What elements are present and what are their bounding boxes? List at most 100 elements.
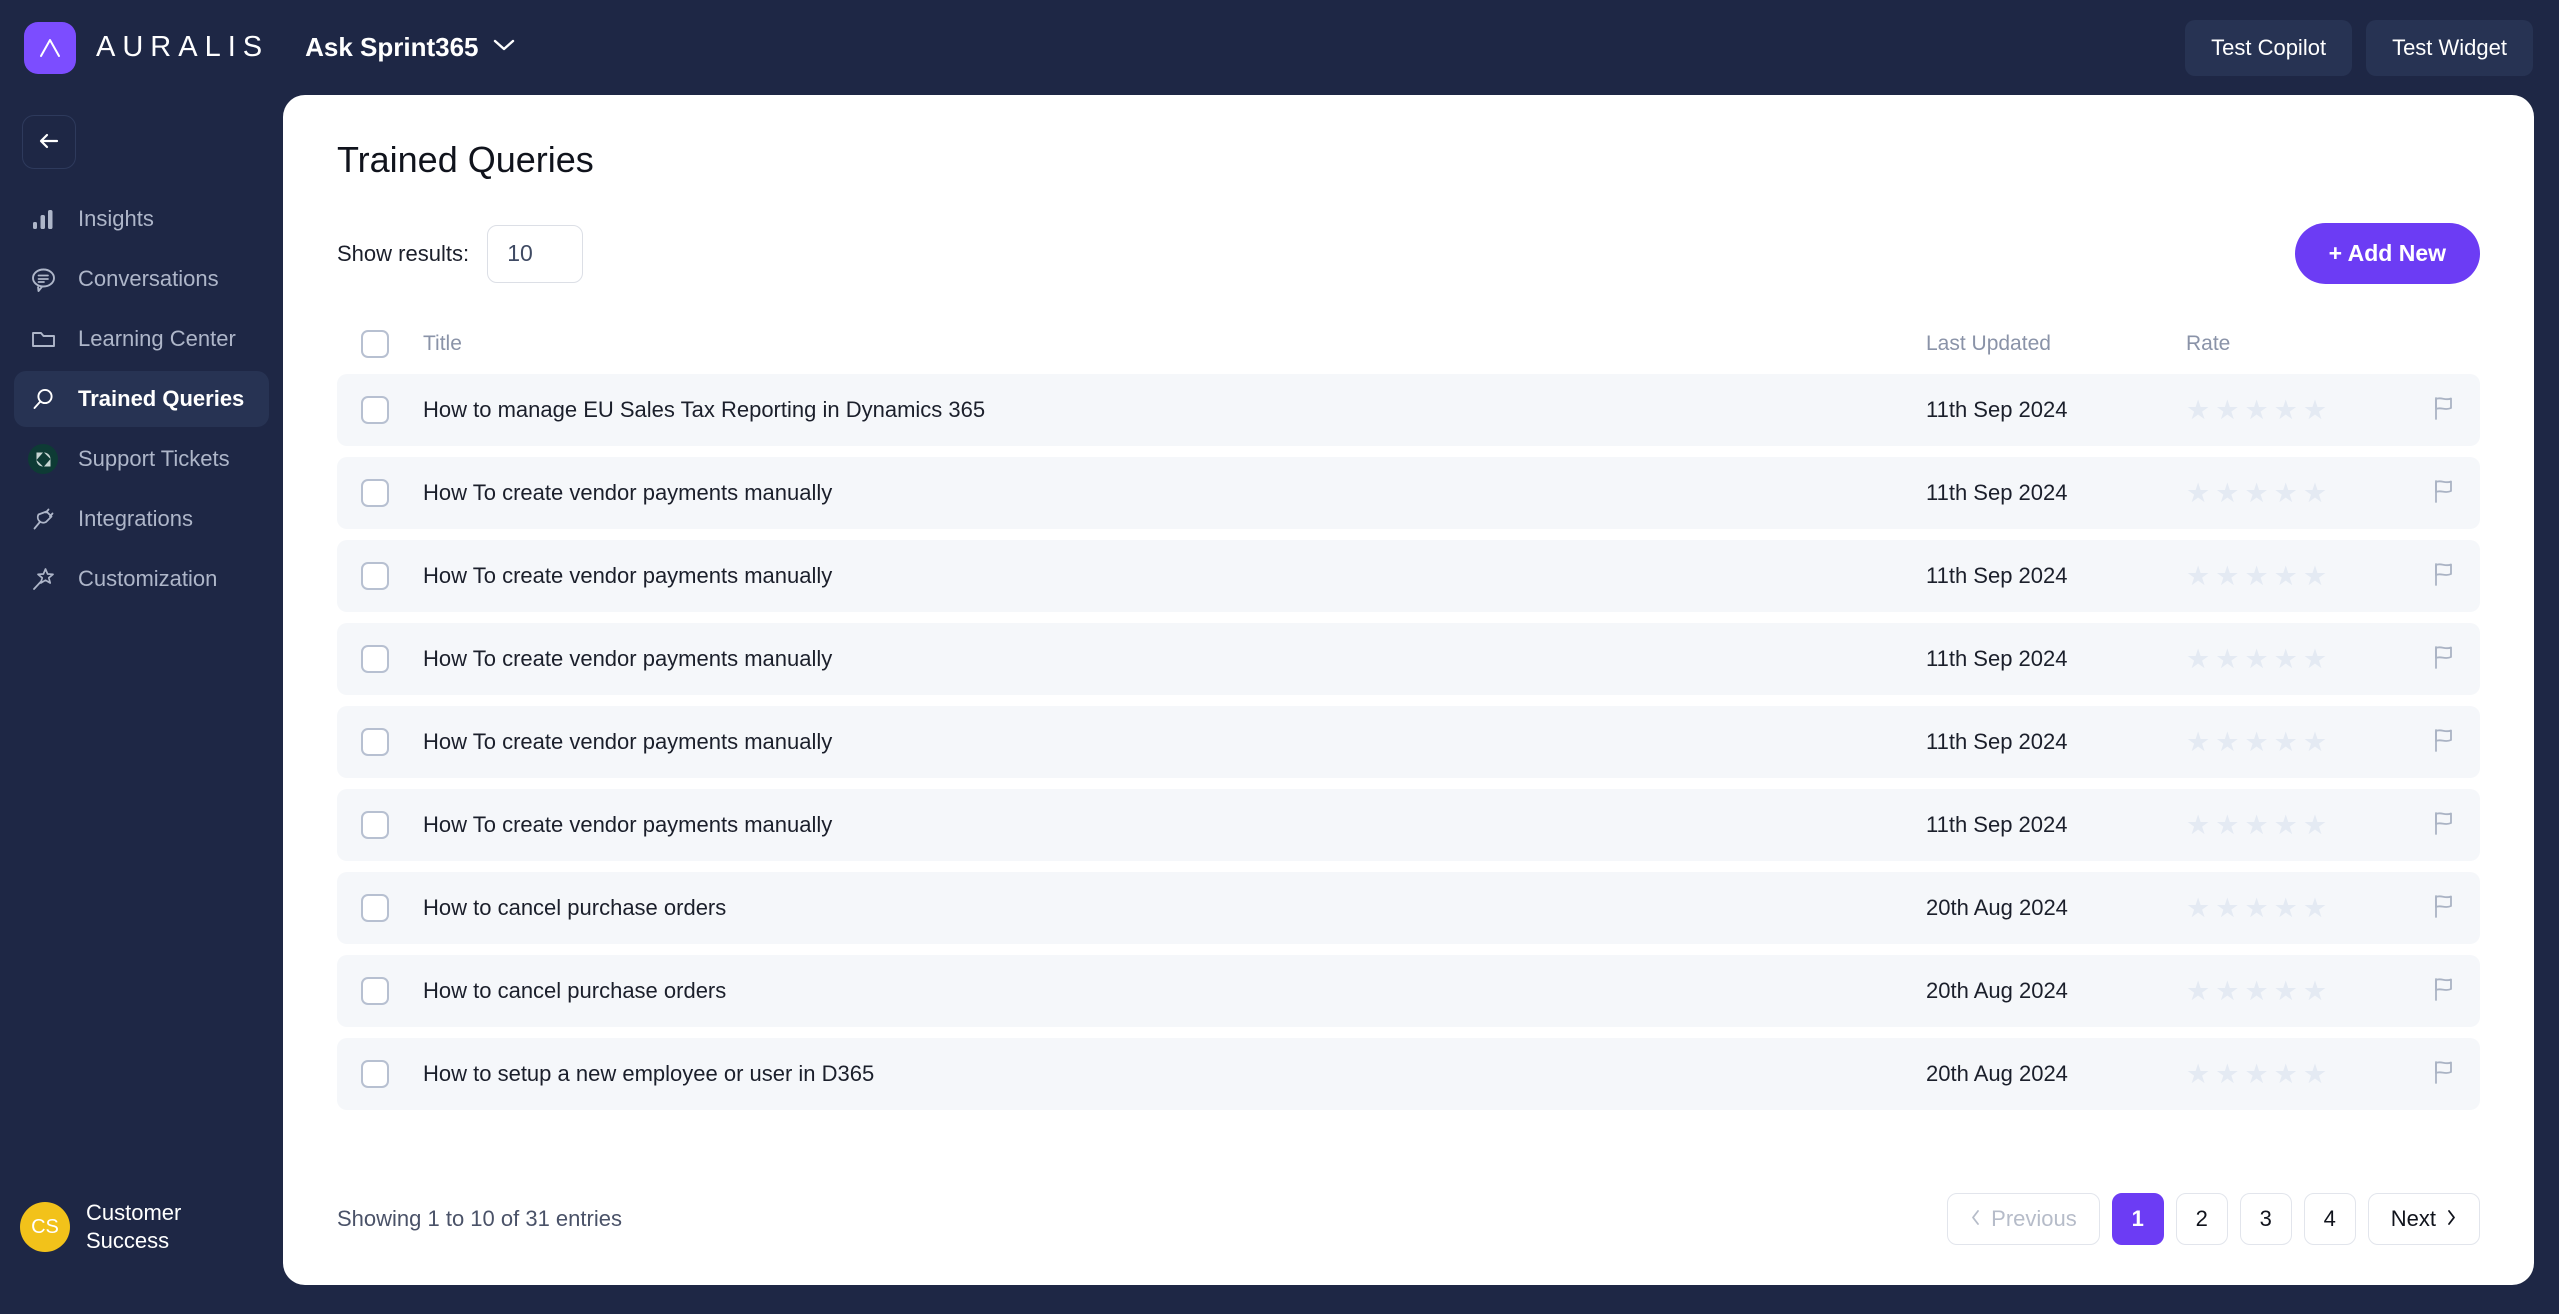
row-flag-button[interactable]: [2386, 395, 2456, 426]
sidebar-item-insights[interactable]: Insights: [14, 191, 269, 247]
add-new-button[interactable]: + Add New: [2294, 223, 2480, 284]
row-flag-button[interactable]: [2386, 561, 2456, 592]
previous-page-button[interactable]: Previous: [1947, 1193, 2100, 1245]
rating-star[interactable]: ★: [2215, 977, 2239, 1005]
row-rating: ★ ★ ★ ★ ★: [2186, 894, 2386, 922]
table-row[interactable]: How To create vendor payments manually 11…: [337, 457, 2480, 529]
table-row[interactable]: How To create vendor payments manually 11…: [337, 623, 2480, 695]
rating-star[interactable]: ★: [2303, 894, 2327, 922]
sidebar-item-label: Learning Center: [78, 326, 236, 351]
table-row[interactable]: How To create vendor payments manually 11…: [337, 789, 2480, 861]
rating-star[interactable]: ★: [2244, 396, 2268, 424]
sidebar-item-integrations[interactable]: Integrations: [14, 491, 269, 547]
rating-star[interactable]: ★: [2244, 977, 2268, 1005]
rating-star[interactable]: ★: [2244, 562, 2268, 590]
rating-star[interactable]: ★: [2215, 811, 2239, 839]
row-checkbox[interactable]: [361, 562, 389, 590]
table-row[interactable]: How to manage EU Sales Tax Reporting in …: [337, 374, 2480, 446]
rating-star[interactable]: ★: [2186, 1060, 2210, 1088]
rating-star[interactable]: ★: [2244, 1060, 2268, 1088]
page-number-button[interactable]: 1: [2111, 1193, 2164, 1245]
rating-star[interactable]: ★: [2215, 396, 2239, 424]
page-number-button[interactable]: 4: [2303, 1193, 2356, 1245]
row-flag-button[interactable]: [2386, 1059, 2456, 1090]
row-checkbox[interactable]: [361, 645, 389, 673]
row-flag-button[interactable]: [2386, 478, 2456, 509]
row-checkbox[interactable]: [361, 1060, 389, 1088]
row-last-updated: 20th Aug 2024: [1926, 978, 2068, 1003]
rating-star[interactable]: ★: [2186, 728, 2210, 756]
rating-star[interactable]: ★: [2303, 396, 2327, 424]
row-flag-button[interactable]: [2386, 976, 2456, 1007]
row-checkbox[interactable]: [361, 396, 389, 424]
row-checkbox[interactable]: [361, 977, 389, 1005]
rating-star[interactable]: ★: [2186, 479, 2210, 507]
sidebar-item-conversations[interactable]: Conversations: [14, 251, 269, 307]
brand-logo[interactable]: AURALIS: [24, 21, 269, 74]
page-number-button[interactable]: 3: [2239, 1193, 2292, 1245]
table-row[interactable]: How To create vendor payments manually 11…: [337, 706, 2480, 778]
rating-star[interactable]: ★: [2244, 894, 2268, 922]
table-row[interactable]: How to setup a new employee or user in D…: [337, 1038, 2480, 1110]
rating-star[interactable]: ★: [2244, 479, 2268, 507]
workspace-selector[interactable]: Ask Sprint365: [305, 32, 514, 63]
row-checkbox[interactable]: [361, 728, 389, 756]
row-last-updated: 20th Aug 2024: [1926, 895, 2068, 920]
rating-star[interactable]: ★: [2215, 645, 2239, 673]
sidebar-item-support-tickets[interactable]: Support Tickets: [14, 431, 269, 487]
row-checkbox[interactable]: [361, 811, 389, 839]
rating-star[interactable]: ★: [2274, 479, 2298, 507]
rating-star[interactable]: ★: [2215, 1060, 2239, 1088]
rating-star[interactable]: ★: [2186, 894, 2210, 922]
rating-star[interactable]: ★: [2303, 645, 2327, 673]
rating-star[interactable]: ★: [2215, 894, 2239, 922]
chat-bubble-icon: [28, 264, 58, 294]
rating-star[interactable]: ★: [2186, 645, 2210, 673]
rating-star[interactable]: ★: [2303, 811, 2327, 839]
row-flag-button[interactable]: [2386, 644, 2456, 675]
rating-star[interactable]: ★: [2274, 811, 2298, 839]
arrow-left-icon: [36, 128, 62, 157]
rating-star[interactable]: ★: [2186, 811, 2210, 839]
rating-star[interactable]: ★: [2303, 1060, 2327, 1088]
sidebar-item-learning-center[interactable]: Learning Center: [14, 311, 269, 367]
rating-star[interactable]: ★: [2186, 562, 2210, 590]
select-all-checkbox[interactable]: [361, 330, 389, 358]
rating-star[interactable]: ★: [2186, 977, 2210, 1005]
rating-star[interactable]: ★: [2303, 977, 2327, 1005]
rating-star[interactable]: ★: [2274, 728, 2298, 756]
rating-star[interactable]: ★: [2303, 562, 2327, 590]
row-checkbox[interactable]: [361, 479, 389, 507]
show-results-select[interactable]: 10: [487, 224, 584, 283]
rating-star[interactable]: ★: [2186, 396, 2210, 424]
rating-star[interactable]: ★: [2303, 728, 2327, 756]
test-copilot-button[interactable]: Test Copilot: [2185, 19, 2353, 76]
rating-star[interactable]: ★: [2274, 894, 2298, 922]
table-row[interactable]: How to cancel purchase orders 20th Aug 20…: [337, 955, 2480, 1027]
row-flag-button[interactable]: [2386, 893, 2456, 924]
page-number-button[interactable]: 2: [2175, 1193, 2228, 1245]
rating-star[interactable]: ★: [2274, 1060, 2298, 1088]
table-row[interactable]: How To create vendor payments manually 11…: [337, 540, 2480, 612]
rating-star[interactable]: ★: [2244, 728, 2268, 756]
table-row[interactable]: How to cancel purchase orders 20th Aug 20…: [337, 872, 2480, 944]
rating-star[interactable]: ★: [2215, 562, 2239, 590]
test-widget-button[interactable]: Test Widget: [2366, 19, 2533, 76]
rating-star[interactable]: ★: [2274, 645, 2298, 673]
row-flag-button[interactable]: [2386, 727, 2456, 758]
rating-star[interactable]: ★: [2215, 728, 2239, 756]
user-profile[interactable]: CS Customer Success: [0, 1199, 283, 1256]
sidebar-item-trained-queries[interactable]: Trained Queries: [14, 371, 269, 427]
sidebar-item-customization[interactable]: Customization: [14, 551, 269, 607]
rating-star[interactable]: ★: [2244, 645, 2268, 673]
back-button[interactable]: [22, 115, 76, 169]
rating-star[interactable]: ★: [2215, 479, 2239, 507]
rating-star[interactable]: ★: [2274, 977, 2298, 1005]
rating-star[interactable]: ★: [2303, 479, 2327, 507]
row-checkbox[interactable]: [361, 894, 389, 922]
rating-star[interactable]: ★: [2244, 811, 2268, 839]
row-flag-button[interactable]: [2386, 810, 2456, 841]
rating-star[interactable]: ★: [2274, 396, 2298, 424]
next-page-button[interactable]: Next: [2367, 1193, 2480, 1245]
rating-star[interactable]: ★: [2274, 562, 2298, 590]
